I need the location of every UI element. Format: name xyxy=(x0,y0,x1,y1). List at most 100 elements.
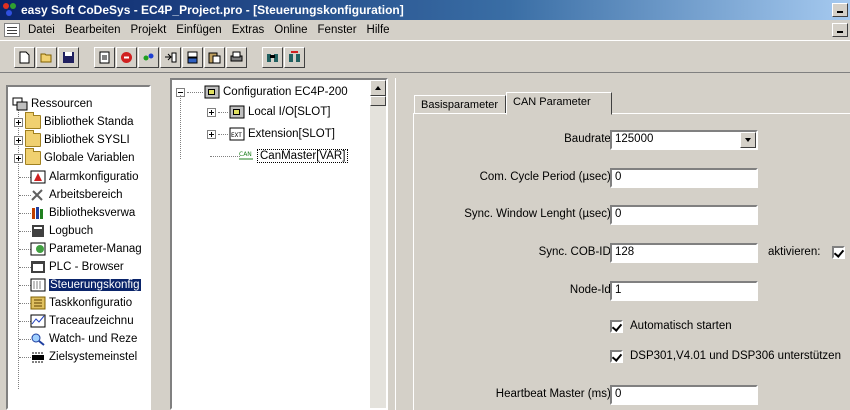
toolbar xyxy=(0,40,850,73)
tree-item-extension[interactable]: EXT Extension[SLOT] xyxy=(207,125,335,143)
tree-item-traceaufzeichnung[interactable]: Traceaufzeichnu xyxy=(30,312,134,330)
open-button[interactable] xyxy=(36,47,57,68)
menu-online[interactable]: Online xyxy=(269,24,312,36)
menu-datei[interactable]: Datei xyxy=(23,24,60,36)
chevron-down-icon[interactable] xyxy=(740,132,756,148)
stop-button[interactable] xyxy=(116,47,137,68)
tree-item-plc-browser[interactable]: PLC - Browser xyxy=(30,258,124,276)
dsp-checkbox[interactable] xyxy=(610,350,623,363)
scroll-thumb[interactable] xyxy=(370,96,386,106)
new-button[interactable] xyxy=(14,47,35,68)
replace-icon xyxy=(289,51,300,62)
tree-item-bibliothek-standard[interactable]: Bibliothek Standa xyxy=(14,112,134,131)
baudrate-select[interactable]: 125000 xyxy=(610,130,758,150)
tree-item-ressourcen[interactable]: Ressourcen xyxy=(12,95,92,113)
folder-icon xyxy=(25,148,41,165)
aktivieren-checkbox[interactable] xyxy=(832,246,845,259)
cut-button[interactable] xyxy=(182,47,203,68)
compile-button[interactable] xyxy=(138,47,159,68)
sync-window-label: Sync. Window Lenght (µsec): xyxy=(464,208,614,220)
sync-window-input[interactable]: 0 xyxy=(610,205,758,225)
parameter-panel: Basisparameter CAN Parameter Baudrate: 1… xyxy=(402,78,850,410)
com-cycle-input[interactable]: 0 xyxy=(610,168,758,188)
auto-start-checkbox[interactable] xyxy=(610,320,623,333)
tree-item-local-io[interactable]: Local I/O[SLOT] xyxy=(207,103,330,121)
document-menu-icon[interactable] xyxy=(4,23,20,37)
new-icon xyxy=(19,51,30,64)
menu-bar: Datei Bearbeiten Projekt Einfügen Extras… xyxy=(0,20,850,40)
insert-button[interactable] xyxy=(160,47,181,68)
browser-icon xyxy=(31,261,45,273)
resources-icon xyxy=(12,97,28,111)
parameter-icon xyxy=(30,242,46,256)
magnifier-icon xyxy=(31,333,45,346)
tree-item-alarmkonfiguration[interactable]: Alarmkonfiguratio xyxy=(30,168,138,186)
print-button[interactable] xyxy=(226,47,247,68)
auto-start-label: Automatisch starten xyxy=(630,320,732,332)
pane-splitter[interactable] xyxy=(395,78,398,410)
tree-item-bibliothek-sysli[interactable]: Bibliothek SYSLI xyxy=(14,130,130,149)
tree-item-steuerungskonfiguration[interactable]: Steuerungskonfig xyxy=(30,276,141,294)
tree-item-canmaster[interactable]: CAN CanMaster[VAR] xyxy=(238,147,349,165)
tree-item-globale-variablen[interactable]: Globale Variablen xyxy=(14,148,135,167)
svg-text:EXT: EXT xyxy=(231,132,242,139)
open-icon xyxy=(40,53,52,63)
menu-hilfe[interactable]: Hilfe xyxy=(362,24,395,36)
tools-icon xyxy=(31,189,43,201)
tree-item-logbuch[interactable]: Logbuch xyxy=(30,222,93,240)
configuration-tree: Configuration EC4P-200 Local I/O[SLOT] E… xyxy=(170,78,388,410)
node-id-input[interactable]: 1 xyxy=(610,281,758,301)
node-id-label: Node-Id: xyxy=(569,284,614,296)
alarm-icon xyxy=(30,170,46,184)
minimize-button[interactable] xyxy=(832,3,848,17)
cut-icon xyxy=(187,51,198,64)
expand-icon[interactable] xyxy=(14,135,23,145)
dsp-label: DSP301,V4.01 und DSP306 unterstützen xyxy=(630,350,841,362)
aktivieren-label: aktivieren: xyxy=(768,246,821,258)
library-icon xyxy=(32,207,43,219)
print-icon xyxy=(230,51,243,62)
expand-icon[interactable] xyxy=(14,153,23,163)
paste-icon xyxy=(208,52,221,64)
expand-icon[interactable] xyxy=(14,117,23,127)
tab-can-parameter[interactable]: CAN Parameter xyxy=(506,92,612,115)
module-icon xyxy=(229,105,245,119)
sync-cob-id-input[interactable]: 128 xyxy=(610,243,758,263)
app-icon xyxy=(3,3,17,17)
tree-item-configuration-root[interactable]: Configuration EC4P-200 xyxy=(176,83,348,101)
expand-icon[interactable] xyxy=(207,129,216,139)
trace-icon xyxy=(30,314,46,328)
menu-fenster[interactable]: Fenster xyxy=(313,24,362,36)
tree-item-parameter-manager[interactable]: Parameter-Manag xyxy=(30,240,142,258)
tree-item-arbeitsbereich[interactable]: Arbeitsbereich xyxy=(30,186,123,204)
can-icon: CAN xyxy=(239,151,253,160)
folder-icon xyxy=(25,130,41,147)
menu-projekt[interactable]: Projekt xyxy=(125,24,171,36)
task-icon xyxy=(30,296,46,310)
scroll-up-button[interactable] xyxy=(370,80,386,96)
find-button[interactable] xyxy=(262,47,283,68)
com-cycle-label: Com. Cycle Period (µsec): xyxy=(479,171,614,183)
tree-item-taskkonfiguration[interactable]: Taskkonfiguratio xyxy=(30,294,132,312)
folder-icon xyxy=(25,112,41,129)
module-icon xyxy=(204,85,220,99)
document-minimize-button[interactable] xyxy=(832,23,848,37)
save-button[interactable] xyxy=(58,47,79,68)
heartbeat-master-label: Heartbeat Master (ms): xyxy=(495,388,614,400)
build-button[interactable] xyxy=(94,47,115,68)
menu-extras[interactable]: Extras xyxy=(227,24,270,36)
tree-item-bibliotheksverwalter[interactable]: Bibliotheksverwa xyxy=(30,204,135,222)
menu-bearbeiten[interactable]: Bearbeiten xyxy=(60,24,126,36)
expand-icon[interactable] xyxy=(207,107,216,117)
tab-basisparameter[interactable]: Basisparameter xyxy=(414,95,506,114)
controller-config-icon xyxy=(30,278,46,292)
tree-item-zielsystemeinstellungen[interactable]: Zielsystemeinstel xyxy=(30,348,137,366)
window-title: easy Soft CoDeSys - EC4P_Project.pro - [… xyxy=(21,3,404,17)
vertical-scrollbar[interactable] xyxy=(370,80,386,408)
tree-item-watch-rezepturverwalter[interactable]: Watch- und Reze xyxy=(30,330,137,348)
heartbeat-master-input[interactable]: 0 xyxy=(610,385,758,405)
menu-einfuegen[interactable]: Einfügen xyxy=(171,24,226,36)
paste-button[interactable] xyxy=(204,47,225,68)
target-system-icon xyxy=(32,352,44,363)
replace-button[interactable] xyxy=(284,47,305,68)
